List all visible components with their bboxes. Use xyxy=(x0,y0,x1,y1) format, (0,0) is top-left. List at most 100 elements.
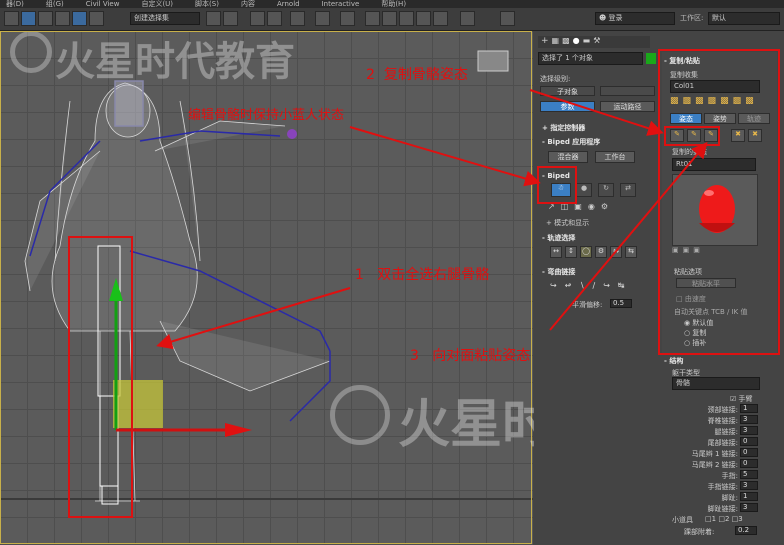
create-tab-icon[interactable]: + xyxy=(541,36,549,48)
copy-pose-button[interactable]: ✎ xyxy=(670,129,684,142)
structure-row-spinner[interactable]: 0 xyxy=(740,448,758,457)
pose-tab[interactable]: 姿态 xyxy=(670,113,702,124)
link-icon[interactable] xyxy=(55,11,70,26)
display-tab-icon[interactable]: ▬ xyxy=(583,36,591,48)
track-tab[interactable]: 轨迹 xyxy=(738,113,770,124)
mixer-button[interactable]: 混合器 xyxy=(548,151,588,163)
delete-all-icon[interactable]: ▩ xyxy=(720,96,729,106)
structure-row-spinner[interactable]: 1 xyxy=(740,404,758,413)
gizmo-x-arrow[interactable] xyxy=(225,423,252,437)
structure-row-spinner[interactable]: 3 xyxy=(740,481,758,490)
viewcube-icon[interactable] xyxy=(477,50,509,72)
move-gizmo-plane[interactable] xyxy=(113,380,163,428)
structure-title[interactable]: - 结构 xyxy=(664,356,683,366)
structure-row-spinner[interactable]: 3 xyxy=(740,426,758,435)
menu-item[interactable]: 器(D) xyxy=(6,0,24,8)
grid-icon[interactable] xyxy=(267,11,282,26)
sub-object-dropdown-2[interactable] xyxy=(600,86,655,96)
capture-viewport-icon[interactable]: ▣ xyxy=(672,246,679,254)
folder-icon[interactable]: ◫ xyxy=(561,202,569,214)
assign-controller-rollout[interactable]: + 指定控制器 xyxy=(542,123,585,133)
params-tab[interactable]: 参数 xyxy=(540,101,595,112)
radio-copy[interactable]: ○ 复制 xyxy=(684,328,706,338)
paste-vertical-check[interactable]: □ 由速度 xyxy=(676,294,706,304)
radio-default[interactable]: ◉ 默认值 xyxy=(684,318,713,328)
props-checks[interactable]: □1 □2 □3 xyxy=(705,515,743,523)
body-vertical-button[interactable]: ↕ xyxy=(565,246,577,258)
twist-mode-icon[interactable]: ↫ xyxy=(565,281,572,290)
render-frame-icon[interactable] xyxy=(382,11,397,26)
pen-icon[interactable] xyxy=(460,11,475,26)
bend-fk-icon[interactable]: ↪ xyxy=(603,281,610,290)
select-filter-icon[interactable] xyxy=(72,11,87,26)
object-name-field[interactable]: 选择了 1 个对象 xyxy=(538,52,643,65)
structure-row-spinner[interactable]: 0 xyxy=(740,459,758,468)
crosshair-icon[interactable] xyxy=(500,11,515,26)
menu-item[interactable]: Interactive xyxy=(322,0,360,8)
body-horizontal-button[interactable]: ↔ xyxy=(550,246,562,258)
motion-tab-icon[interactable]: ● xyxy=(573,36,580,48)
load-collection-icon[interactable]: ▩ xyxy=(670,96,679,106)
menu-item[interactable]: 自定义(U) xyxy=(141,0,173,8)
rotate-icon[interactable] xyxy=(89,11,104,26)
copy-paste-title[interactable]: - 复制/粘贴 xyxy=(664,56,700,66)
menu-item[interactable]: Civil View xyxy=(86,0,120,8)
teapot-icon[interactable] xyxy=(416,11,431,26)
track-selection-rollout[interactable]: - 轨迹选择 xyxy=(542,233,575,243)
paste-horizontal-toggle[interactable]: 粘贴水平 xyxy=(676,278,736,288)
paste-opposite-button[interactable]: ✎ xyxy=(704,129,718,142)
mixer-mode-button[interactable]: ⇄ xyxy=(620,183,636,197)
workbench-button[interactable]: 工作台 xyxy=(595,151,635,163)
layer-icon[interactable] xyxy=(250,11,265,26)
hierarchy-tab-icon[interactable]: ▩ xyxy=(562,36,570,48)
biped-apps-rollout[interactable]: - Biped 应用程序 xyxy=(542,137,600,147)
collection-dropdown[interactable]: Col01 xyxy=(670,80,760,93)
bend-mode-icon[interactable]: ↪ xyxy=(550,281,557,290)
paste-pose-button[interactable]: ✎ xyxy=(687,129,701,142)
sub-object-dropdown[interactable]: 子对象 xyxy=(540,86,595,96)
menu-item[interactable]: Arnold xyxy=(277,0,300,8)
arms-check[interactable]: ☑ 手臂 xyxy=(730,394,753,404)
delete-all-poses-button[interactable]: ✖ xyxy=(748,129,762,142)
posture-tab[interactable]: 姿势 xyxy=(704,113,736,124)
structure-row-spinner[interactable]: 3 xyxy=(740,415,758,424)
curve-editor-icon[interactable] xyxy=(290,11,305,26)
settings-icon[interactable]: ⚙ xyxy=(601,202,608,214)
delete-collection-icon[interactable]: ▩ xyxy=(708,96,717,106)
figure-mode-button[interactable]: ☃ xyxy=(551,183,571,197)
footstep-mode-button[interactable]: ● xyxy=(576,183,592,197)
zero-twist-icon[interactable]: ∕ xyxy=(593,281,596,290)
select-icon[interactable] xyxy=(4,11,19,26)
smoothing-spinner[interactable]: 0.5 xyxy=(610,299,632,308)
body-rotation-button[interactable]: ◯ xyxy=(580,246,592,258)
trunk-type-dropdown[interactable]: 骨骼 xyxy=(672,377,760,390)
menu-item[interactable]: 内容 xyxy=(241,0,255,8)
structure-row-spinner[interactable]: 3 xyxy=(740,503,758,512)
modes-display-rollout[interactable]: + 模式和显示 xyxy=(546,218,589,228)
bend-links-rollout[interactable]: - 弯曲链接 xyxy=(542,267,575,277)
motion-paths-tab[interactable]: 运动路径 xyxy=(600,101,655,112)
utilities-tab-icon[interactable]: ⚒ xyxy=(593,36,600,48)
object-color-swatch[interactable] xyxy=(646,53,656,64)
menu-item[interactable]: 帮助(H) xyxy=(381,0,406,8)
schematic-icon[interactable] xyxy=(315,11,330,26)
render-setup-icon[interactable] xyxy=(365,11,380,26)
structure-row-spinner[interactable]: 0 xyxy=(740,437,758,446)
ankle-spinner[interactable]: 0.2 xyxy=(735,526,757,535)
move-icon[interactable] xyxy=(38,11,53,26)
selection-set-dropdown[interactable]: 创建选择集 xyxy=(130,12,200,25)
bend-ik-icon[interactable]: ↹ xyxy=(618,281,625,290)
pose-dropdown[interactable]: Rt01 xyxy=(672,158,756,171)
clear-capture-icon[interactable]: ▣ xyxy=(693,246,700,254)
auto-capture-icon[interactable]: ▣ xyxy=(683,246,690,254)
menu-item[interactable]: 组(G) xyxy=(46,0,64,8)
character-wireframe[interactable] xyxy=(24,82,331,502)
render-iterative-icon[interactable] xyxy=(433,11,448,26)
biped-rollout[interactable]: - Biped xyxy=(542,172,570,180)
new-collection-icon[interactable]: ▩ xyxy=(695,96,704,106)
snap-icon[interactable] xyxy=(206,11,221,26)
radio-interp[interactable]: ○ 插补 xyxy=(684,338,706,348)
buffer-icon[interactable]: ◉ xyxy=(588,202,595,214)
modify-tab-icon[interactable]: ▦ xyxy=(552,36,560,48)
render-icon[interactable] xyxy=(399,11,414,26)
